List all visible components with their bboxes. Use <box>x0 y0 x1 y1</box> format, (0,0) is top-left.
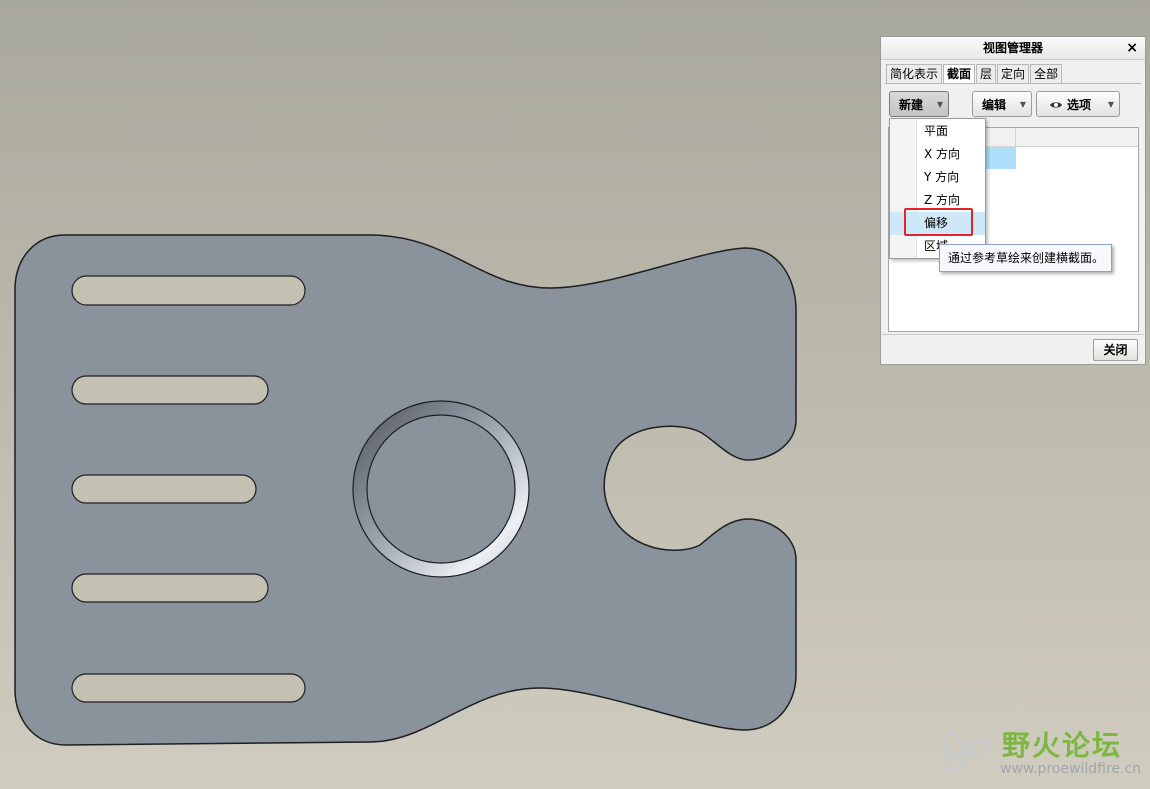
boss-face <box>366 414 516 564</box>
list-row-selected[interactable] <box>985 147 1016 169</box>
menu-item-y-direction[interactable]: Y 方向 <box>890 166 985 189</box>
close-button[interactable]: 关闭 <box>1093 339 1138 361</box>
tab-all[interactable]: 全部 <box>1030 64 1063 83</box>
slot <box>71 573 269 603</box>
highlight-annotation-box <box>904 208 973 236</box>
options-button[interactable]: 选项 ▼ <box>1036 91 1120 117</box>
dropdown-arrow-icon: ▼ <box>936 100 943 109</box>
menu-item-plane[interactable]: 平面 <box>890 120 985 143</box>
edit-button-label: 编辑 <box>982 98 1007 112</box>
tab-orient[interactable]: 定向 <box>997 64 1030 83</box>
panel-footer-divider <box>882 334 1144 335</box>
watermark-name: 野火论坛 <box>1002 729 1123 762</box>
slot <box>71 375 269 405</box>
tab-layers[interactable]: 层 <box>976 64 997 83</box>
slot <box>71 673 306 703</box>
panel-title: 视图管理器 <box>982 41 1043 55</box>
dropdown-arrow-icon: ▼ <box>1019 100 1026 109</box>
slot <box>71 275 306 306</box>
slot <box>71 474 257 504</box>
tab-divider <box>885 83 1141 84</box>
tab-sections[interactable]: 截面 <box>943 64 976 84</box>
menu-item-x-direction[interactable]: X 方向 <box>890 143 985 166</box>
tooltip: 通过参考草绘来创建横截面。 <box>939 244 1112 272</box>
options-button-label: 选项 <box>1067 98 1092 112</box>
dropdown-arrow-icon: ▼ <box>1107 100 1114 109</box>
eye-icon <box>1050 102 1062 108</box>
new-button[interactable]: 新建 ▼ <box>889 91 949 117</box>
watermark-url: www.proewildfire.cn <box>1000 761 1142 777</box>
edit-button[interactable]: 编辑 ▼ <box>972 91 1032 117</box>
tab-strip: 简化表示 截面 层 定向 全部 <box>886 64 1063 84</box>
close-icon[interactable]: × <box>1126 37 1138 59</box>
butterfly-logo <box>941 732 992 774</box>
new-dropdown-menu: 平面 X 方向 Y 方向 Z 方向 偏移 区域 <box>889 118 986 259</box>
tab-simplified-rep[interactable]: 简化表示 <box>886 64 943 83</box>
panel-title-bar: 视图管理器 × <box>881 37 1145 60</box>
watermark: 野火论坛 www.proewildfire.cn <box>938 722 1144 784</box>
new-button-label: 新建 <box>899 98 924 112</box>
